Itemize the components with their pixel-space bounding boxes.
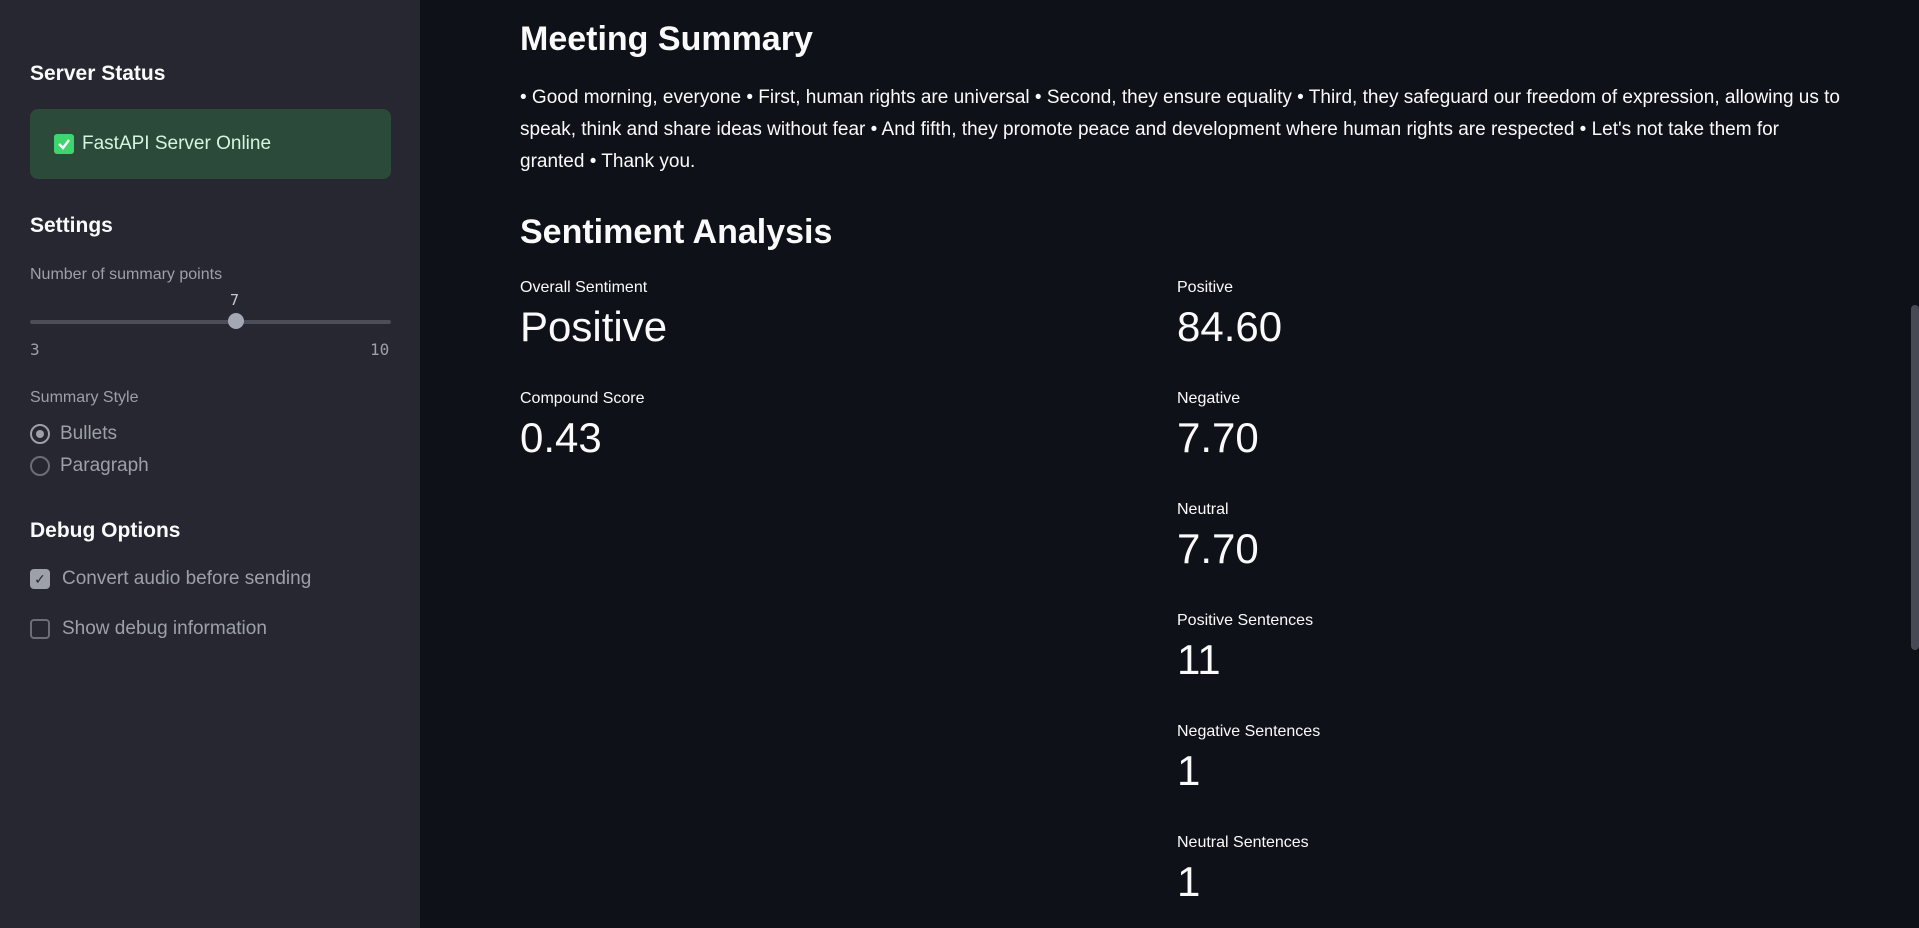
metric-value: 7.70 — [1177, 414, 1259, 461]
server-status-text: FastAPI Server Online — [82, 133, 272, 154]
metric-compound-score: Compound Score 0.43 — [520, 390, 645, 462]
metric-label: Overall Sentiment — [520, 279, 648, 296]
metric-label: Positive — [1177, 279, 1234, 296]
metric-value: 0.43 — [520, 414, 602, 461]
radio-bullets[interactable]: Bullets — [30, 423, 117, 445]
slider-max: 10 — [370, 340, 390, 359]
check-icon — [54, 134, 74, 154]
checkbox-label: Show debug information — [62, 618, 267, 639]
metric-value: 84.60 — [1177, 303, 1283, 350]
meeting-summary-text: • Good morning, everyone • First, human … — [520, 87, 1840, 172]
sidebar: Server Status FastAPI Server Online Sett… — [0, 0, 420, 928]
metric-label: Neutral Sentences — [1177, 834, 1309, 851]
metric-positive-sentences: Positive Sentences 11 — [1177, 612, 1313, 684]
summary-points-label: Number of summary points — [30, 266, 223, 283]
metric-label: Negative Sentences — [1177, 723, 1321, 740]
show-debug-checkbox[interactable]: Show debug information — [30, 618, 267, 640]
metric-neutral: Neutral 7.70 — [1177, 501, 1259, 573]
radio-selected-icon[interactable] — [30, 424, 50, 444]
checkbox-unchecked-icon[interactable] — [30, 619, 50, 639]
convert-audio-checkbox[interactable]: ✓ Convert audio before sending — [30, 568, 311, 590]
main-content: Meeting Summary • Good morning, everyone… — [420, 0, 1919, 928]
metric-value: 11 — [1177, 636, 1221, 683]
server-status-heading: Server Status — [30, 62, 166, 85]
metric-label: Neutral — [1177, 501, 1229, 518]
metric-value: 7.70 — [1177, 525, 1259, 572]
metric-negative-sentences: Negative Sentences 1 — [1177, 723, 1320, 795]
metric-value: Positive — [520, 303, 668, 350]
metric-label: Positive Sentences — [1177, 612, 1314, 629]
server-status-alert: FastAPI Server Online — [30, 109, 391, 179]
sentiment-analysis-heading: Sentiment Analysis — [520, 213, 833, 251]
radio-label: Paragraph — [60, 455, 149, 476]
radio-paragraph[interactable]: Paragraph — [30, 455, 149, 477]
debug-options-heading: Debug Options — [30, 519, 181, 542]
checkbox-checked-icon[interactable]: ✓ — [30, 569, 50, 589]
metric-negative: Negative 7.70 — [1177, 390, 1259, 462]
radio-unselected-icon[interactable] — [30, 456, 50, 476]
metric-label: Compound Score — [520, 390, 645, 407]
slider-value: 7 — [230, 291, 240, 309]
metric-value: 1 — [1177, 858, 1201, 905]
slider-thumb[interactable] — [228, 313, 244, 329]
summary-points-slider[interactable] — [30, 320, 391, 324]
metric-overall-sentiment: Overall Sentiment Positive — [520, 279, 667, 351]
metric-positive: Positive 84.60 — [1177, 279, 1282, 351]
metric-label: Negative — [1177, 390, 1241, 407]
meeting-summary-heading: Meeting Summary — [520, 20, 813, 58]
settings-heading: Settings — [30, 214, 113, 237]
radio-label: Bullets — [60, 423, 118, 444]
scrollbar[interactable] — [1911, 305, 1919, 650]
summary-style-label: Summary Style — [30, 389, 139, 406]
metric-value: 1 — [1177, 747, 1201, 794]
slider-min: 3 — [30, 340, 40, 359]
metric-neutral-sentences: Neutral Sentences 1 — [1177, 834, 1309, 906]
checkbox-label: Convert audio before sending — [62, 568, 312, 589]
